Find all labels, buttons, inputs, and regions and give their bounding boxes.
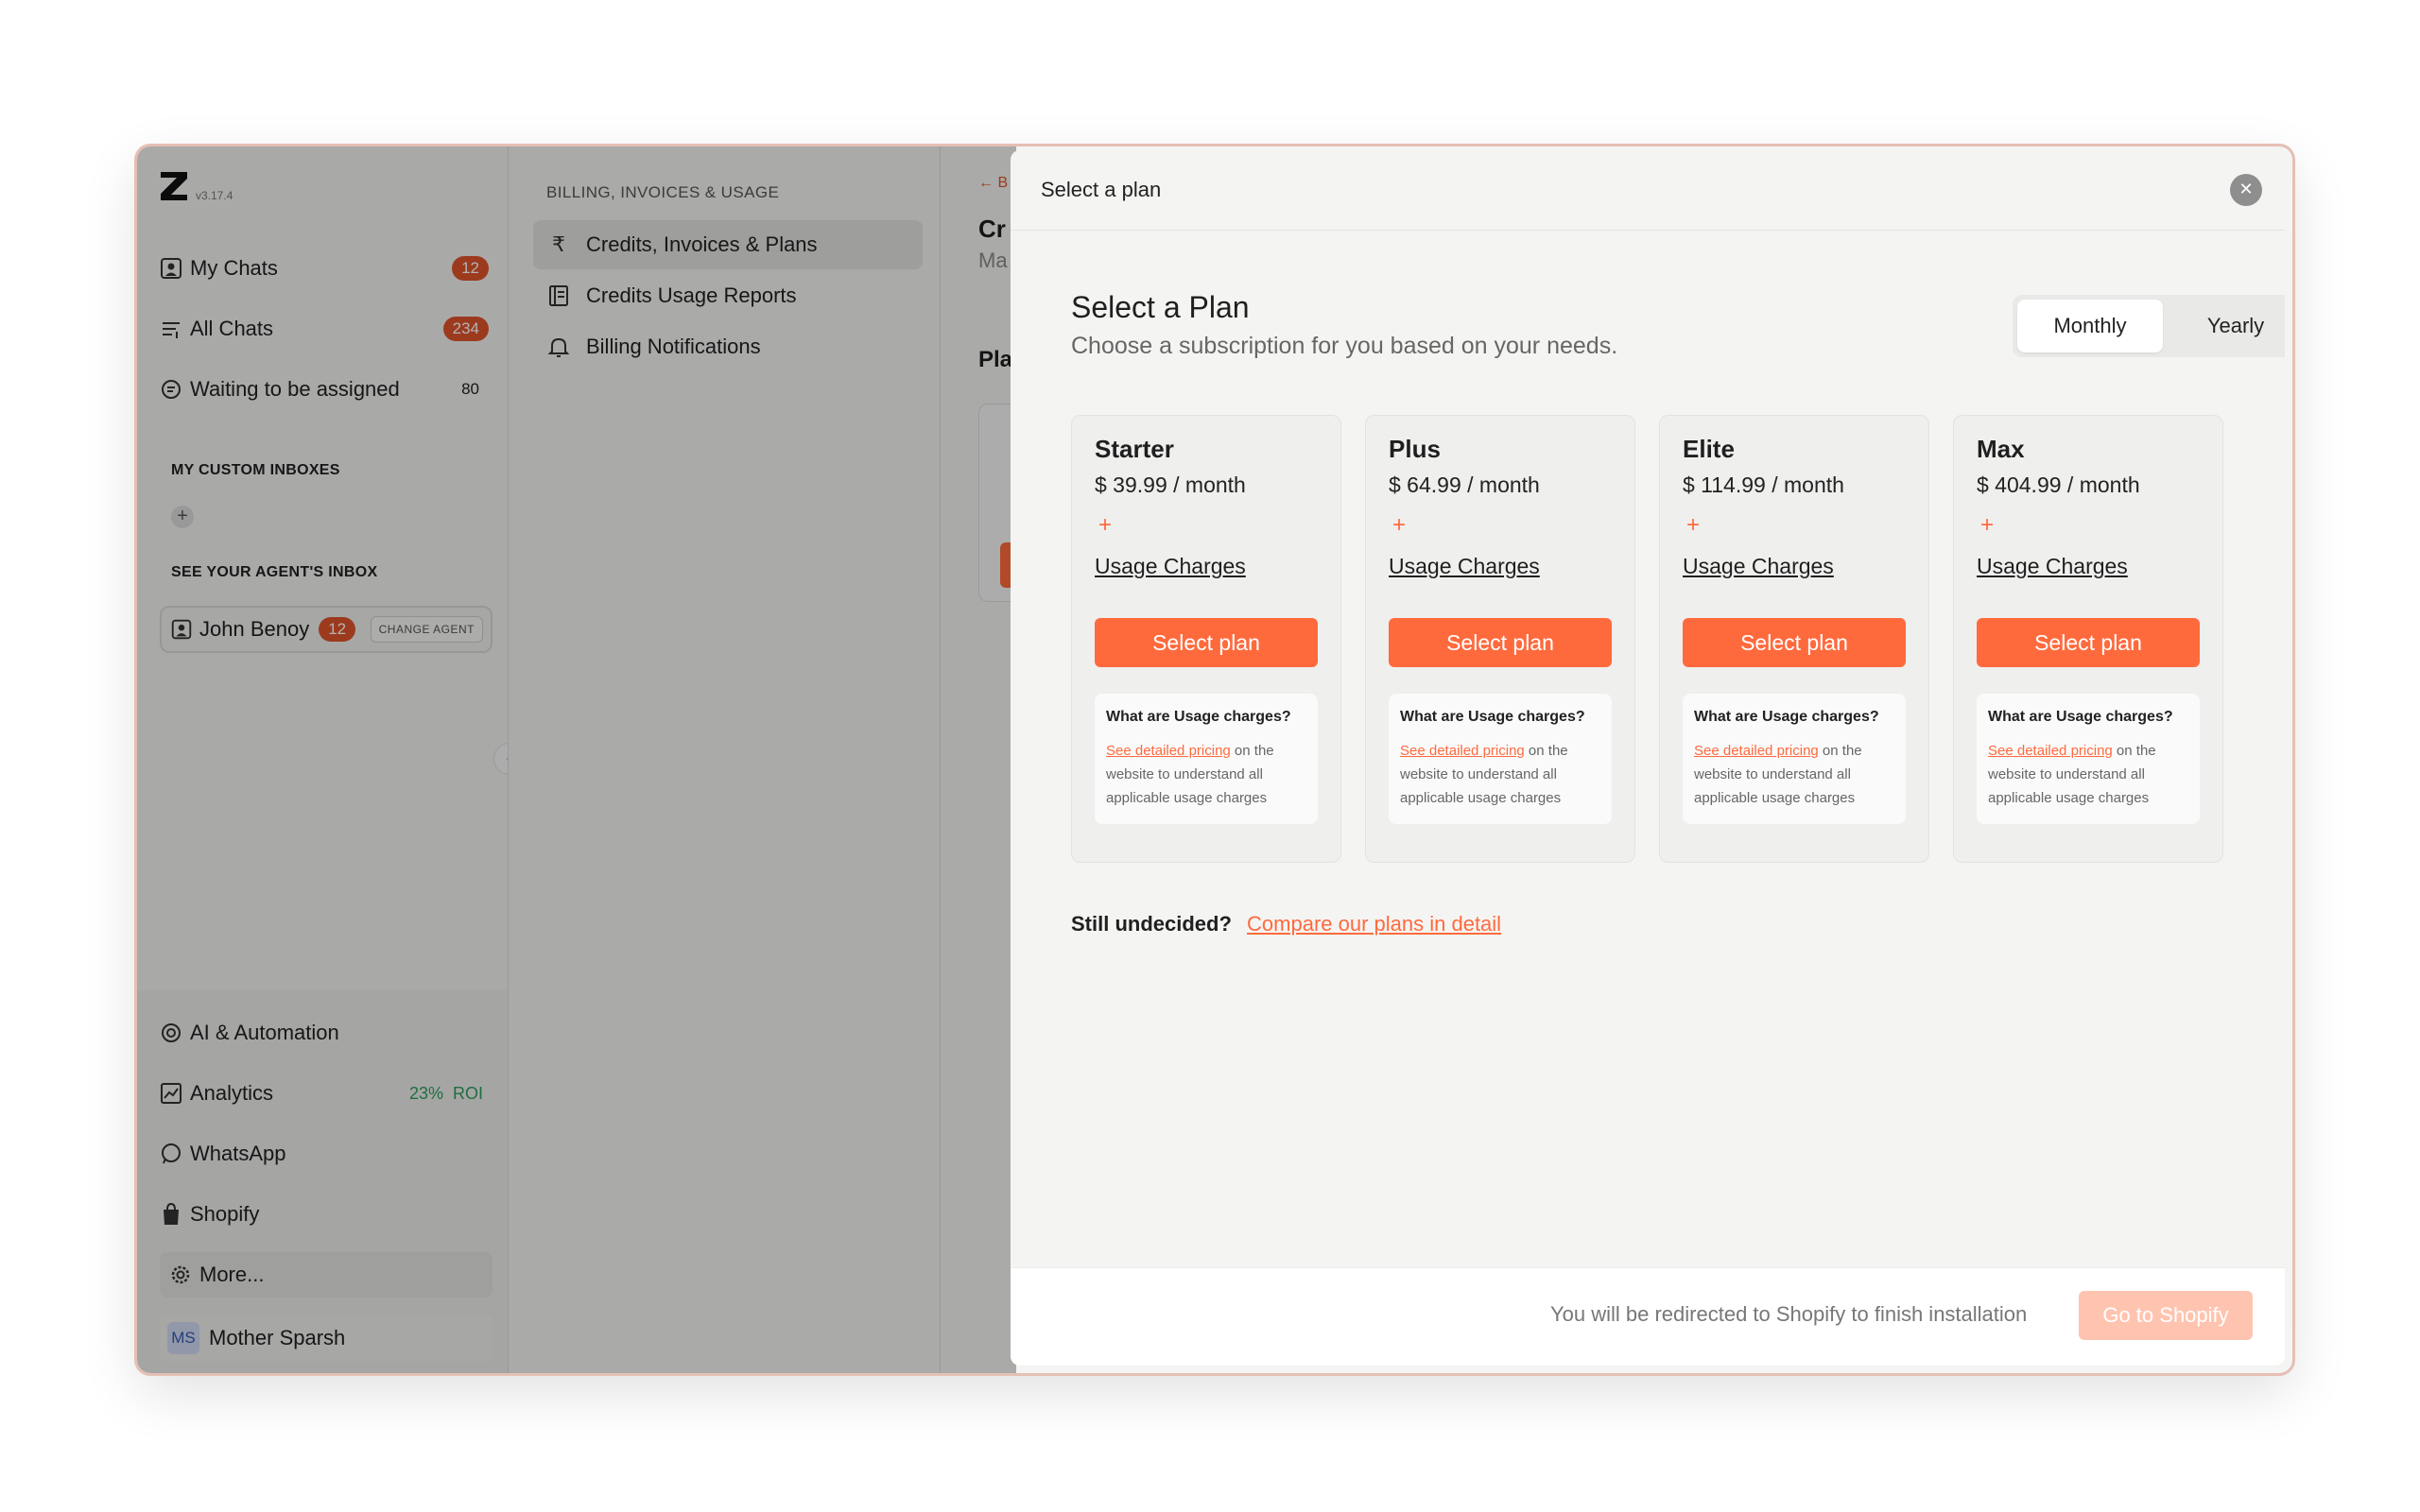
plan-card-starter: Starter $ 39.99 / month + Usage Charges … xyxy=(1071,415,1341,863)
compare-plans-link[interactable]: Compare our plans in detail xyxy=(1247,912,1501,936)
plan-heading: Select a Plan xyxy=(1071,290,1250,324)
pricing-link[interactable]: See detailed pricing xyxy=(1106,743,1231,759)
info-answer: See detailed pricing on the website to u… xyxy=(1988,739,2188,810)
info-question: What are Usage charges? xyxy=(1400,709,1585,725)
redirect-notice: You will be redirected to Shopify to fin… xyxy=(1550,1302,2028,1326)
select-plan-modal: Select a plan ✕ Select a Plan Choose a s… xyxy=(1011,150,2285,1366)
plan-card-elite: Elite $ 114.99 / month + Usage Charges S… xyxy=(1659,415,1929,863)
plan-price: $ 64.99 / month xyxy=(1389,472,1540,497)
usage-charges-link[interactable]: Usage Charges xyxy=(1095,554,1246,579)
select-plan-button[interactable]: Select plan xyxy=(1977,618,2200,667)
usage-charges-link[interactable]: Usage Charges xyxy=(1389,554,1540,579)
go-to-shopify-button[interactable]: Go to Shopify xyxy=(2079,1291,2253,1340)
plan-name: Plus xyxy=(1389,435,1441,463)
info-question: What are Usage charges? xyxy=(1106,709,1291,725)
toggle-monthly[interactable]: Monthly xyxy=(2017,300,2163,352)
plan-card-max: Max $ 404.99 / month + Usage Charges Sel… xyxy=(1953,415,2223,863)
usage-info-box: What are Usage charges? See detailed pri… xyxy=(1095,694,1318,824)
select-plan-button[interactable]: Select plan xyxy=(1095,618,1318,667)
select-plan-button[interactable]: Select plan xyxy=(1389,618,1612,667)
pricing-link[interactable]: See detailed pricing xyxy=(1988,743,2113,759)
plan-name: Max xyxy=(1977,435,2025,463)
app-window: v3.17.4 My Chats 12 All Chats 234 Waitin… xyxy=(137,146,2292,1373)
plan-price: $ 114.99 / month xyxy=(1683,472,1844,497)
billing-period-toggle: Monthly Yearly xyxy=(2013,295,2285,357)
plus-icon: + xyxy=(1392,512,1407,538)
plan-name: Starter xyxy=(1095,435,1174,463)
overlay-dim xyxy=(137,146,1016,1373)
usage-info-box: What are Usage charges? See detailed pri… xyxy=(1389,694,1612,824)
undecided-text: Still undecided? xyxy=(1071,912,1232,936)
plus-icon: + xyxy=(1098,512,1113,538)
modal-title: Select a plan xyxy=(1041,178,1162,201)
info-answer: See detailed pricing on the website to u… xyxy=(1400,739,1600,810)
pricing-link[interactable]: See detailed pricing xyxy=(1400,743,1525,759)
info-question: What are Usage charges? xyxy=(1988,709,2173,725)
toggle-yearly[interactable]: Yearly xyxy=(2163,300,2285,352)
plus-icon: + xyxy=(1686,512,1701,538)
plan-card-plus: Plus $ 64.99 / month + Usage Charges Sel… xyxy=(1365,415,1635,863)
usage-info-box: What are Usage charges? See detailed pri… xyxy=(1683,694,1906,824)
plan-name: Elite xyxy=(1683,435,1735,463)
select-plan-button[interactable]: Select plan xyxy=(1683,618,1906,667)
usage-charges-link[interactable]: Usage Charges xyxy=(1977,554,2128,579)
plan-price: $ 39.99 / month xyxy=(1095,472,1246,497)
modal-header: Select a plan ✕ xyxy=(1011,150,2285,231)
usage-charges-link[interactable]: Usage Charges xyxy=(1683,554,1834,579)
info-answer: See detailed pricing on the website to u… xyxy=(1694,739,1894,810)
pricing-link[interactable]: See detailed pricing xyxy=(1694,743,1819,759)
undecided-row: Still undecided? Compare our plans in de… xyxy=(1071,912,1501,936)
close-icon[interactable]: ✕ xyxy=(2230,174,2262,206)
plus-icon: + xyxy=(1980,512,1995,538)
usage-info-box: What are Usage charges? See detailed pri… xyxy=(1977,694,2200,824)
info-answer: See detailed pricing on the website to u… xyxy=(1106,739,1306,810)
plan-price: $ 404.99 / month xyxy=(1977,472,2140,497)
plan-subheading: Choose a subscription for you based on y… xyxy=(1071,333,1618,359)
modal-footer: You will be redirected to Shopify to fin… xyxy=(1011,1267,2285,1366)
info-question: What are Usage charges? xyxy=(1694,709,1879,725)
